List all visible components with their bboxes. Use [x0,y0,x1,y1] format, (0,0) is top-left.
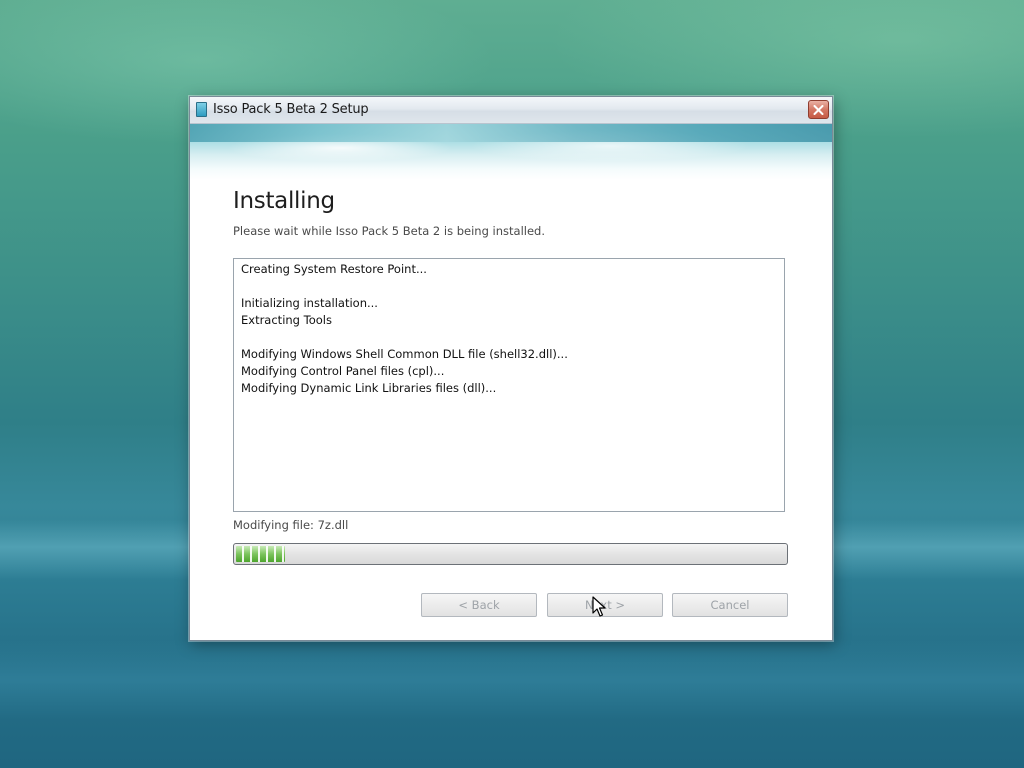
installer-icon [196,102,207,117]
page-subtitle: Please wait while Isso Pack 5 Beta 2 is … [233,224,545,238]
log-line: Modifying Windows Shell Common DLL file … [241,347,568,361]
progress-fill [236,546,286,562]
window-title: Isso Pack 5 Beta 2 Setup [213,102,369,117]
back-button[interactable]: < Back [421,593,537,617]
cancel-button[interactable]: Cancel [672,593,788,617]
install-log[interactable]: Creating System Restore Point... Initial… [233,258,785,512]
progress-bar [233,543,788,565]
desktop-background: Isso Pack 5 Beta 2 Setup Installing Plea… [0,0,1024,768]
log-line: Extracting Tools [241,313,332,327]
banner-strip [190,124,832,142]
page-title: Installing [233,188,335,214]
log-line: Initializing installation... [241,296,378,310]
current-action-label: Modifying file: 7z.dll [233,518,349,532]
header-banner [190,124,832,180]
close-icon [813,104,824,115]
title-bar[interactable]: Isso Pack 5 Beta 2 Setup [190,97,832,124]
log-line: Modifying Control Panel files (cpl)... [241,364,445,378]
next-button[interactable]: Next > [547,593,663,617]
close-button[interactable] [808,100,829,119]
log-line: Modifying Dynamic Link Libraries files (… [241,381,497,395]
setup-window: Isso Pack 5 Beta 2 Setup Installing Plea… [189,96,833,641]
log-line: Creating System Restore Point... [241,262,427,276]
